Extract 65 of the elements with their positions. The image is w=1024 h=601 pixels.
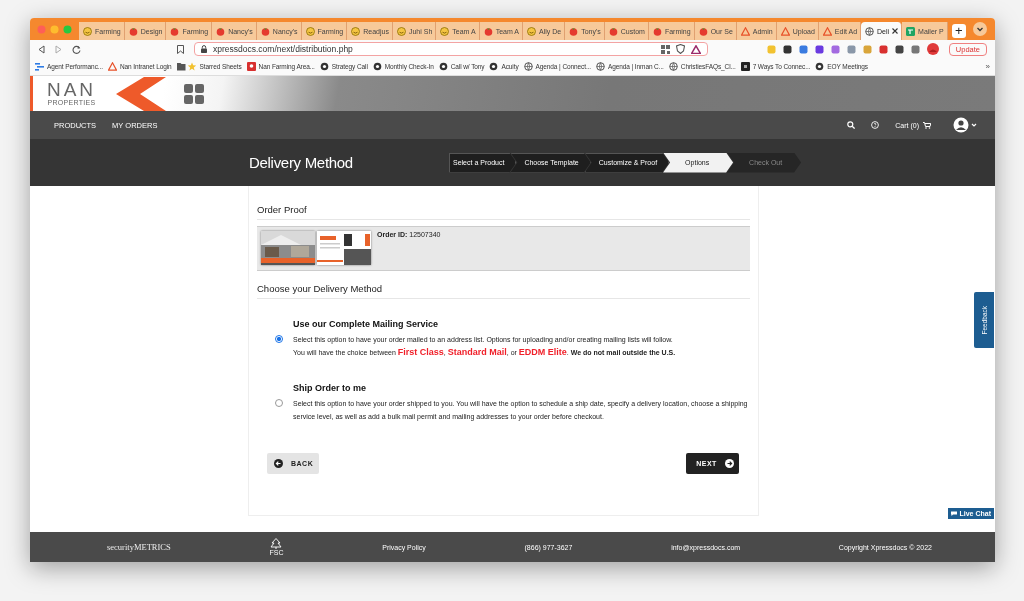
- smiley-icon: [396, 26, 406, 36]
- new-tab-button[interactable]: +: [951, 24, 966, 38]
- avatar-icon: [926, 43, 939, 55]
- folder-icon: [176, 62, 197, 71]
- bookmark-icon: [177, 44, 184, 54]
- radio-button[interactable]: [275, 335, 283, 343]
- tomato-icon: [698, 26, 708, 36]
- globe-icon: [523, 62, 533, 71]
- page-title: Delivery Method: [249, 154, 354, 171]
- user-avatar-icon: [953, 117, 977, 133]
- section-heading: Order Proof: [257, 204, 750, 220]
- round-logo-icon: [438, 62, 448, 71]
- search-icon: [847, 121, 856, 129]
- triangle-icon: [691, 44, 701, 54]
- back-icon: [38, 44, 45, 54]
- grid-icon: [184, 83, 204, 104]
- bars-icon: [35, 62, 44, 71]
- map-pin-icon: [246, 62, 256, 71]
- smiley-icon: [351, 26, 361, 36]
- round-logo-icon: [319, 62, 329, 71]
- round-logo-icon: [815, 62, 825, 71]
- address-bar[interactable]: xpressdocs.com/next/distribution.php: [194, 42, 708, 56]
- chevron-graphic-icon: [116, 76, 166, 111]
- qr-code-icon: [661, 44, 670, 54]
- tomato-icon: [170, 26, 180, 36]
- security-logo: securityMETRICS: [107, 542, 171, 552]
- chat-icon: [951, 511, 958, 516]
- forward-icon: [55, 44, 62, 54]
- reload-icon: [72, 44, 81, 54]
- lock-icon: [201, 45, 207, 53]
- warning-triangle-icon: [822, 26, 832, 36]
- arrow-left-icon: [274, 459, 283, 468]
- tomato-icon: [216, 26, 226, 36]
- round-logo-icon: [489, 62, 499, 71]
- spreadsheet-icon: [906, 26, 916, 36]
- tomato-icon: [128, 26, 138, 36]
- smiley-icon: [305, 26, 315, 36]
- chevron-down-icon: [973, 22, 987, 36]
- arrow-right-icon: [724, 459, 734, 468]
- letter-tile-icon: [740, 62, 750, 71]
- tomato-icon: [260, 26, 270, 36]
- close-icon: [892, 28, 899, 34]
- globe-icon: [596, 62, 606, 71]
- help-icon: [871, 121, 880, 129]
- radio-button[interactable]: [275, 399, 283, 407]
- globe-icon: [668, 62, 678, 71]
- option-title: Use our Complete Mailing Service: [293, 319, 440, 329]
- tomato-icon: [652, 26, 662, 36]
- warning-triangle-icon: [740, 26, 750, 36]
- smiley-icon: [440, 26, 450, 36]
- shield-icon: [676, 44, 685, 54]
- cart-icon: [923, 121, 931, 129]
- round-logo-icon: [372, 62, 382, 71]
- tomato-icon: [569, 26, 579, 36]
- tomato-icon: [608, 26, 618, 36]
- tomato-icon: [483, 26, 493, 36]
- smiley-icon: [83, 26, 92, 36]
- option-title: Ship Order to me: [293, 383, 367, 393]
- warning-triangle-icon: [780, 26, 790, 36]
- smiley-icon: [527, 26, 536, 36]
- warning-triangle-icon: [107, 62, 117, 71]
- globe-icon: [865, 26, 875, 36]
- more-bookmarks-button[interactable]: »: [985, 62, 990, 71]
- section-heading: Choose your Delivery Method: [257, 283, 750, 299]
- tree-icon: [270, 538, 283, 549]
